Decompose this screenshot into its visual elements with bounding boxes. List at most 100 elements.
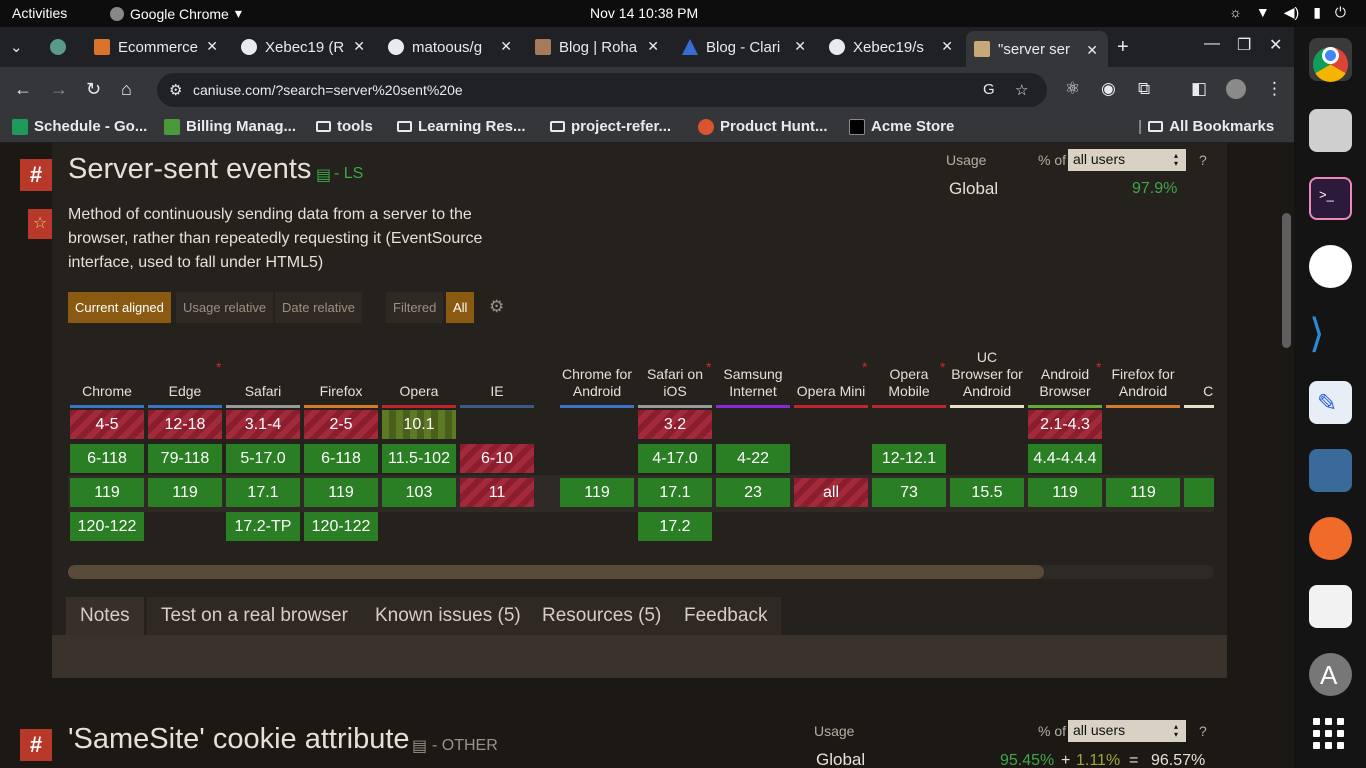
- support-cell-chrome[interactable]: 120-122: [70, 512, 144, 541]
- tab-blog-clari[interactable]: Blog - Clari ✕: [682, 33, 806, 61]
- tab-xebec19[interactable]: Xebec19 (R ✕: [241, 33, 365, 61]
- support-cell-opera-mobile[interactable]: 12-12.1: [872, 444, 946, 473]
- table-scrollbar-thumb[interactable]: [68, 565, 1044, 579]
- support-cell-samsung-internet[interactable]: 4-22: [716, 444, 790, 473]
- support-cell-chrome[interactable]: 119: [70, 478, 144, 507]
- support-cell-safari[interactable]: 17.2-TP: [226, 512, 300, 541]
- support-cell-opera[interactable]: 10.1: [382, 410, 456, 439]
- support-cell-safari[interactable]: 5-17.0: [226, 444, 300, 473]
- google-lens-icon[interactable]: G: [983, 81, 995, 98]
- close-tab-icon[interactable]: ✕: [206, 38, 218, 55]
- support-cell-opera-mobile[interactable]: 73: [872, 478, 946, 507]
- browser-name-safari[interactable]: Safari: [226, 318, 300, 400]
- close-tab-icon[interactable]: ✕: [500, 38, 512, 55]
- note-asterisk[interactable]: *: [1096, 359, 1101, 375]
- system-tray[interactable]: ☼ ▼ ◀) ▮ ⏻: [1229, 4, 1346, 21]
- extension-react-icon[interactable]: ⚛: [1065, 79, 1080, 99]
- tab-ecommerce[interactable]: Ecommerce ✕: [94, 33, 218, 61]
- forward-icon[interactable]: →: [50, 79, 68, 100]
- support-cell-firefox-for-android[interactable]: 119: [1106, 478, 1180, 507]
- support-cell-ie[interactable]: 11: [460, 478, 534, 507]
- menu-icon[interactable]: ⋮: [1266, 79, 1283, 99]
- anchor-hash-link-2[interactable]: #: [20, 729, 52, 761]
- browser-name-samsung-internet[interactable]: Samsung Internet: [716, 318, 790, 400]
- browser-name-chrome-for-android[interactable]: Chrome for Android: [560, 318, 634, 400]
- feature2-title[interactable]: 'SameSite' cookie attribute: [68, 723, 410, 756]
- support-cell-chrome-for-android[interactable]: 119: [560, 478, 634, 507]
- spec-status-2[interactable]: - OTHER: [432, 737, 498, 755]
- support-cell-chrome[interactable]: 4-5: [70, 410, 144, 439]
- support-cell-opera-mini[interactable]: all: [794, 478, 868, 507]
- postman-dock-icon[interactable]: [1309, 517, 1352, 560]
- side-panel-icon[interactable]: ◧: [1191, 79, 1207, 99]
- maximize-icon[interactable]: ❐: [1237, 35, 1251, 55]
- close-tab-icon[interactable]: ✕: [1086, 42, 1098, 59]
- extension-record-icon[interactable]: ◉: [1101, 79, 1116, 99]
- support-cell-samsung-internet[interactable]: 23: [716, 478, 790, 507]
- browser-name-android-browser[interactable]: Android Browser: [1028, 318, 1102, 400]
- show-apps-grid-icon[interactable]: [1313, 718, 1345, 750]
- settings-gear-icon[interactable]: ⚙: [489, 297, 504, 317]
- bookmark-billing[interactable]: Billing Manag...: [164, 118, 296, 135]
- browser-name-safari-on-ios[interactable]: Safari on iOS: [638, 318, 712, 400]
- close-window-icon[interactable]: ✕: [1269, 35, 1282, 55]
- browser-name-chrome[interactable]: Chrome: [70, 318, 144, 400]
- support-cell-firefox[interactable]: 6-118: [304, 444, 378, 473]
- support-cell-safari-on-ios[interactable]: 4-17.0: [638, 444, 712, 473]
- table-scrollbar[interactable]: [68, 565, 1214, 579]
- note-asterisk[interactable]: *: [940, 359, 945, 375]
- tab-resources[interactable]: Resources (5): [528, 597, 676, 635]
- pinned-tab-chatgpt[interactable]: [50, 33, 72, 61]
- close-tab-icon[interactable]: ✕: [647, 38, 659, 55]
- browser-name-opera-mini[interactable]: Opera Mini: [794, 318, 868, 400]
- terminal-dock-icon[interactable]: >_: [1309, 177, 1352, 220]
- chrome-dock-icon[interactable]: [1309, 38, 1352, 82]
- note-asterisk[interactable]: *: [216, 359, 221, 375]
- close-tab-icon[interactable]: ✕: [794, 38, 806, 55]
- tab-xebec19-s[interactable]: Xebec19/s ✕: [829, 33, 953, 61]
- reload-icon[interactable]: ↻: [86, 79, 101, 100]
- anchor-hash-link[interactable]: #: [20, 159, 52, 191]
- activities-button[interactable]: Activities: [12, 5, 67, 21]
- browser-name-firefox[interactable]: Firefox: [304, 318, 378, 400]
- tab-blog-rohan[interactable]: Blog | Roha ✕: [535, 33, 659, 61]
- tab-test-on-real-browser[interactable]: Test on a real browser: [147, 597, 362, 635]
- tab-notes[interactable]: Notes: [66, 597, 144, 635]
- user-select[interactable]: all users: [1068, 149, 1186, 171]
- address-bar[interactable]: ⚙ caniuse.com/?search=server%20sent%20e …: [157, 73, 1047, 107]
- home-icon[interactable]: ⌂: [121, 79, 132, 100]
- support-cell-safari-on-ios[interactable]: 3.2: [638, 410, 712, 439]
- tab-known-issues[interactable]: Known issues (5): [361, 597, 535, 635]
- godot-dock-icon[interactable]: [1309, 449, 1352, 492]
- support-cell-firefox[interactable]: 2-5: [304, 410, 378, 439]
- support-cell-safari-on-ios[interactable]: 17.2: [638, 512, 712, 541]
- support-cell-opera[interactable]: 11.5-102: [382, 444, 456, 473]
- support-cell-opera[interactable]: 103: [382, 478, 456, 507]
- support-cell-android-browser[interactable]: 119: [1028, 478, 1102, 507]
- support-cell-android-browser[interactable]: 2.1-4.3: [1028, 410, 1102, 439]
- feature-title[interactable]: Server-sent events: [68, 153, 311, 186]
- tab-caniuse-active[interactable]: "server ser ✕: [966, 31, 1108, 67]
- support-cell-edge[interactable]: 119: [148, 478, 222, 507]
- clock[interactable]: Nov 14 10:38 PM: [590, 5, 698, 21]
- spec-status[interactable]: - LS: [334, 165, 363, 183]
- site-info-icon[interactable]: ⚙: [169, 81, 182, 99]
- support-cell-clipped[interactable]: 1: [1184, 478, 1214, 507]
- tab-feedback[interactable]: Feedback: [670, 597, 782, 635]
- browser-name-ie[interactable]: IE: [460, 318, 534, 400]
- support-cell-uc-browser-for-android[interactable]: 15.5: [950, 478, 1024, 507]
- support-cell-android-browser[interactable]: 4.4-4.4.4: [1028, 444, 1102, 473]
- tab-matoous[interactable]: matoous/g ✕: [388, 33, 512, 61]
- bookmark-acme[interactable]: Acme Store: [849, 118, 954, 135]
- close-tab-icon[interactable]: ✕: [353, 38, 365, 55]
- support-cell-firefox[interactable]: 119: [304, 478, 378, 507]
- app-menu[interactable]: Google Chrome ▾: [110, 5, 242, 22]
- support-cell-ie[interactable]: 6-10: [460, 444, 534, 473]
- user-select-2[interactable]: all users: [1068, 720, 1186, 742]
- close-tab-icon[interactable]: ✕: [941, 38, 953, 55]
- favorite-star-button[interactable]: ☆: [28, 209, 52, 239]
- browser-name-opera-mobile[interactable]: Opera Mobile: [872, 318, 946, 400]
- bookmark-star-icon[interactable]: ☆: [1015, 81, 1028, 99]
- all-bookmarks[interactable]: | All Bookmarks: [1138, 118, 1274, 135]
- extensions-puzzle-icon[interactable]: ⧉: [1138, 79, 1150, 99]
